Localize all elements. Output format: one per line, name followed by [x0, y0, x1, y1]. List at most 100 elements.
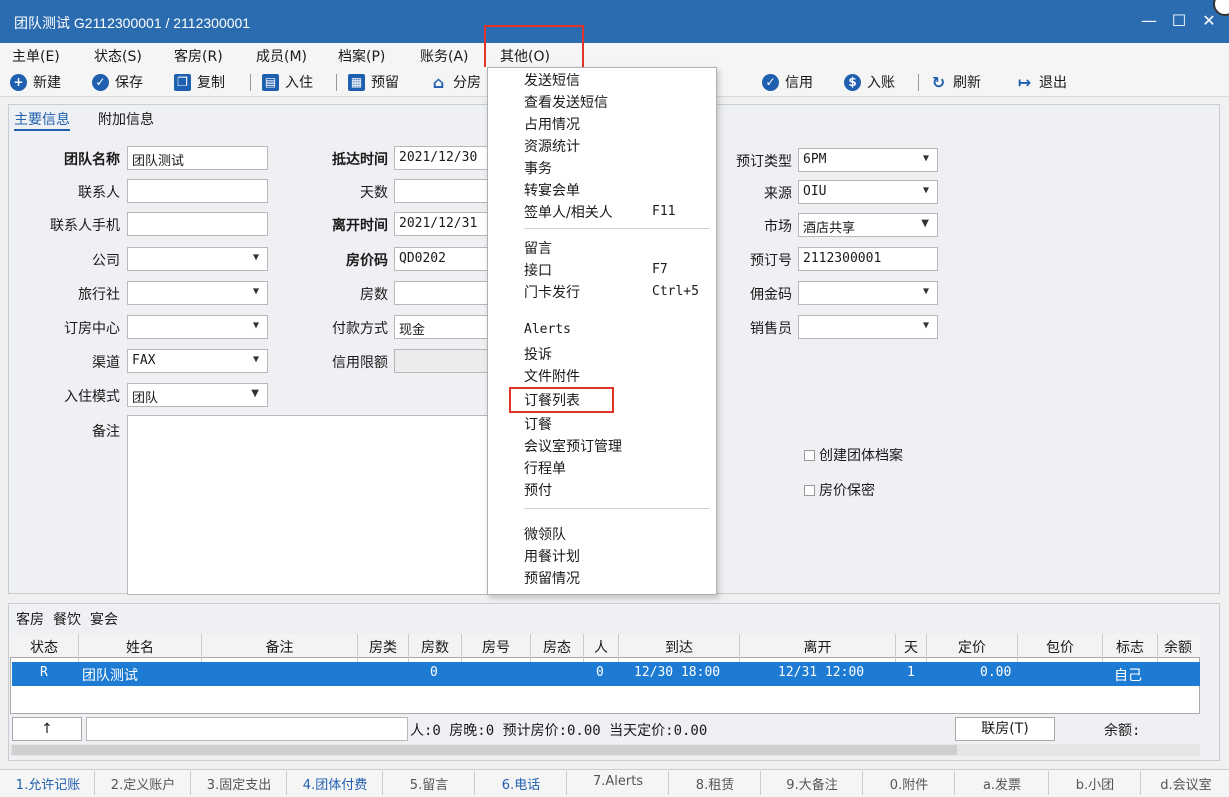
checkin-button[interactable]: ▤ 入住 [262, 72, 313, 92]
menu-item-resource-stats[interactable]: 资源统计 [524, 136, 580, 156]
fkey-message[interactable]: 5.留言 [386, 774, 472, 793]
menu-item-complaint[interactable]: 投诉 [524, 344, 552, 364]
source-select[interactable]: OIU ▼ [798, 180, 938, 204]
tab-dining[interactable]: 餐饮 [53, 609, 81, 629]
fkey-meeting-room[interactable]: d.会议室 [1144, 774, 1228, 793]
channel-select[interactable]: FAX ▼ [127, 349, 268, 373]
reserve-button[interactable]: ▦ 预留 [348, 72, 399, 92]
menu-member[interactable]: 成员(M) [256, 46, 307, 66]
rate-secret-checkbox[interactable]: 房价保密 [804, 480, 875, 500]
menu-item-affairs[interactable]: 事务 [524, 158, 552, 178]
menu-item-occupancy[interactable]: 占用情况 [524, 114, 580, 134]
menu-item-signer[interactable]: 签单人/相关人 [524, 202, 613, 222]
col-status[interactable]: 状态 [12, 637, 76, 657]
fkey-phone[interactable]: 6.电话 [478, 774, 564, 793]
refresh-button[interactable]: ↻ 刷新 [930, 72, 981, 92]
group-name-input[interactable]: 团队测试 [127, 146, 268, 170]
col-room-type[interactable]: 房类 [358, 637, 408, 657]
remark-textarea[interactable] [127, 415, 489, 595]
col-remark[interactable]: 备注 [202, 637, 357, 657]
menu-item-meeting-room[interactable]: 会议室预订管理 [524, 436, 622, 456]
minimize-button[interactable]: — [1138, 10, 1160, 32]
menu-item-reserve-status[interactable]: 预留情况 [524, 568, 580, 588]
menu-item-interface[interactable]: 接口 [524, 260, 552, 280]
agency-select[interactable]: ▼ [127, 281, 268, 305]
col-persons[interactable]: 人 [584, 637, 618, 657]
rooms-input[interactable] [394, 281, 489, 305]
menu-item-send-sms[interactable]: 发送短信 [524, 70, 580, 90]
col-arrival[interactable]: 到达 [619, 637, 739, 657]
col-rooms[interactable]: 房数 [409, 637, 461, 657]
tab-rooms[interactable]: 客房 [16, 609, 44, 629]
menu-item-alerts[interactable]: Alerts [524, 322, 571, 337]
contact-phone-input[interactable] [127, 212, 268, 236]
menu-item-meal-plan[interactable]: 用餐计划 [524, 546, 580, 566]
col-balance[interactable]: 余额 [1158, 637, 1198, 657]
fkey-invoice[interactable]: a.发票 [958, 774, 1046, 793]
new-button[interactable]: + 新建 [10, 72, 61, 92]
tab-main-info[interactable]: 主要信息 [14, 109, 70, 131]
menu-item-dining[interactable]: 订餐 [524, 414, 552, 434]
credit-limit-input[interactable] [394, 349, 489, 373]
menu-profile[interactable]: 档案(P) [338, 46, 385, 66]
arrival-input[interactable]: 2021/12/30 [394, 146, 489, 170]
fkey-rental[interactable]: 8.租赁 [672, 774, 758, 793]
menu-status[interactable]: 状态(S) [94, 46, 142, 66]
fkey-subgroup[interactable]: b.小团 [1052, 774, 1138, 793]
menu-item-tour-leader[interactable]: 微领队 [524, 524, 566, 544]
contact-input[interactable] [127, 179, 268, 203]
col-flag[interactable]: 标志 [1103, 637, 1157, 657]
company-select[interactable]: ▼ [127, 247, 268, 271]
market-select[interactable]: 酒店共享 ▼ [798, 213, 938, 237]
save-button[interactable]: ✓ 保存 [92, 72, 143, 92]
col-rate[interactable]: 定价 [927, 637, 1017, 657]
table-row[interactable] [12, 662, 1200, 686]
link-rooms-button[interactable]: 联房(T) [955, 717, 1055, 741]
fkey-alerts[interactable]: 7.Alerts [570, 774, 666, 789]
col-package[interactable]: 包价 [1018, 637, 1102, 657]
copy-button[interactable]: ❐ 复制 [174, 72, 225, 92]
col-room-status[interactable]: 房态 [531, 637, 583, 657]
credit-button[interactable]: ✓ 信用 [762, 72, 813, 92]
reservation-type-select[interactable]: 6PM ▼ [798, 148, 938, 172]
menu-item-prepay[interactable]: 预付 [524, 480, 552, 500]
fkey-fixed-expense[interactable]: 3.固定支出 [194, 774, 284, 793]
maximize-button[interactable]: ☐ [1168, 10, 1190, 32]
fkey-define-account[interactable]: 2.定义账户 [98, 774, 188, 793]
summary-filter-input[interactable] [86, 717, 408, 741]
fkey-big-remark[interactable]: 9.大备注 [764, 774, 860, 793]
post-button[interactable]: $ 入账 [844, 72, 895, 92]
days-input[interactable] [394, 179, 489, 203]
fkey-allow-charge[interactable]: 1.允许记账 [4, 774, 92, 793]
menu-room[interactable]: 客房(R) [174, 46, 223, 66]
menu-item-view-sms[interactable]: 查看发送短信 [524, 92, 608, 112]
fkey-group-payment[interactable]: 4.团体付费 [290, 774, 380, 793]
departure-input[interactable]: 2021/12/31 [394, 212, 489, 236]
menu-item-keycard[interactable]: 门卡发行 [524, 282, 580, 302]
payment-select[interactable]: 现金 [394, 315, 489, 339]
menu-item-to-banquet[interactable]: 转宴会单 [524, 180, 580, 200]
fkey-attachment[interactable]: 0.附件 [866, 774, 952, 793]
col-room-no[interactable]: 房号 [462, 637, 530, 657]
create-profile-checkbox[interactable]: 创建团体档案 [804, 445, 903, 465]
sales-select[interactable]: ▼ [798, 315, 938, 339]
split-button[interactable]: ⌂ 分房 [430, 72, 481, 92]
menu-item-itinerary[interactable]: 行程单 [524, 458, 566, 478]
menu-account[interactable]: 账务(A) [420, 46, 469, 66]
reservation-no-input[interactable]: 2112300001 [798, 247, 938, 271]
menu-item-attachments[interactable]: 文件附件 [524, 366, 580, 386]
tab-banquet[interactable]: 宴会 [90, 609, 118, 629]
col-days[interactable]: 天 [896, 637, 926, 657]
rate-code-select[interactable]: QD0202 [394, 247, 489, 271]
menu-main[interactable]: 主单(E) [12, 46, 60, 66]
tab-extra-info[interactable]: 附加信息 [98, 109, 154, 129]
col-departure[interactable]: 离开 [740, 637, 895, 657]
exit-button[interactable]: ↦ 退出 [1016, 72, 1067, 92]
checkin-mode-select[interactable]: 团队 ▼ [127, 383, 268, 407]
scroll-up-button[interactable]: ↑ [12, 717, 82, 741]
booking-center-select[interactable]: ▼ [127, 315, 268, 339]
commission-select[interactable]: ▼ [798, 281, 938, 305]
menu-item-message[interactable]: 留言 [524, 238, 552, 258]
scrollbar-thumb[interactable] [12, 745, 957, 755]
col-name[interactable]: 姓名 [80, 637, 200, 657]
